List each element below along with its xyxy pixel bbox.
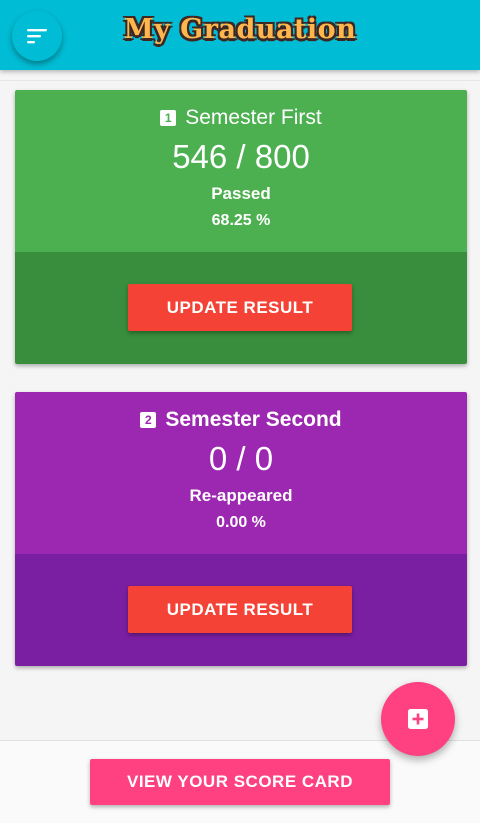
semester-title: Semester First [185,106,322,129]
add-box-icon [408,709,428,729]
semester-card-actions: UPDATE RESULT [15,554,467,666]
semester-card-summary: 1 Semester First 546 / 800 Passed 68.25 … [15,90,467,252]
semester-status: Passed [211,184,271,203]
semester-percent: 68.25 % [211,212,271,229]
app-screen: My Graduation 1 Semester First 546 / 800… [0,0,480,823]
update-result-button[interactable]: UPDATE RESULT [128,284,352,331]
semester-card-actions: UPDATE RESULT [15,252,467,364]
number-one-icon: 1 [160,110,177,126]
update-result-button[interactable]: UPDATE RESULT [128,586,352,633]
semester-card-summary: 2 Semester Second 0 / 0 Re-appeared 0.00… [15,392,467,554]
app-header: My Graduation [0,0,480,70]
semester-title: Semester Second [165,408,342,431]
semester-status: Re-appeared [189,486,293,505]
semester-score: 546 / 800 [172,138,310,175]
semester-title-row: 1 Semester First [15,106,467,130]
view-score-card-button[interactable]: VIEW YOUR SCORE CARD [90,759,390,805]
list-divider [0,80,480,81]
semester-card-first: 1 Semester First 546 / 800 Passed 68.25 … [15,90,467,364]
semester-score: 0 / 0 [208,440,274,477]
app-title: My Graduation [123,14,357,45]
semester-percent: 0.00 % [216,514,266,531]
semester-list[interactable]: 1 Semester First 546 / 800 Passed 68.25 … [0,70,480,740]
number-two-icon: 2 [140,412,157,428]
semester-card-second: 2 Semester Second 0 / 0 Re-appeared 0.00… [15,392,467,666]
semester-title-row: 2 Semester Second [15,408,467,432]
add-semester-fab[interactable] [381,682,455,756]
